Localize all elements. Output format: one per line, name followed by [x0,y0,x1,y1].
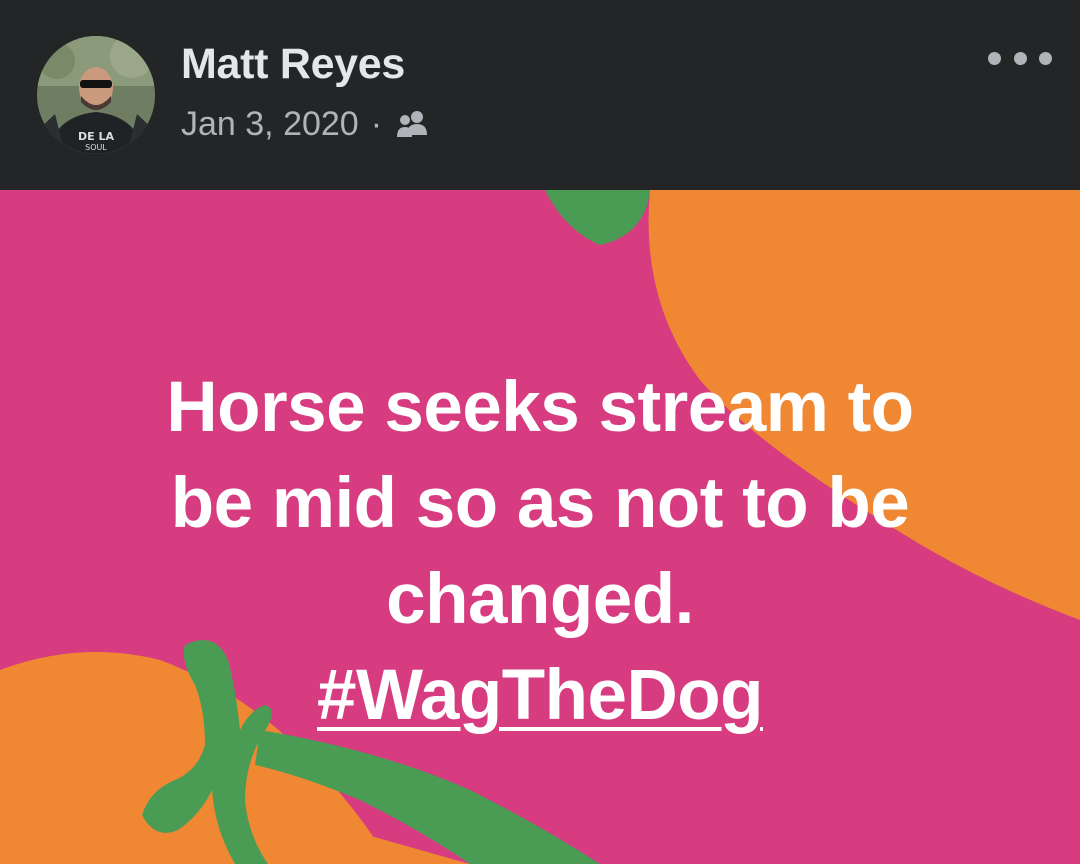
author-avatar[interactable]: DE LA SOUL [37,36,155,154]
author-name[interactable]: Matt Reyes [181,40,405,89]
avatar-photo: DE LA SOUL [37,36,155,154]
post-header: DE LA SOUL Matt Reyes Jan 3, 2020 · [0,0,1080,190]
post-background: Horse seeks stream to be mid so as not t… [0,190,1080,864]
meta-separator: · [370,104,383,143]
more-dot [1039,51,1052,65]
post-meta: Jan 3, 2020 · [181,103,430,145]
svg-text:DE LA: DE LA [78,130,114,143]
more-dot [988,51,1001,65]
post-text-line: be mid so as not to be [170,464,910,543]
post-text-line: changed. [386,560,694,639]
post-date[interactable]: Jan 3, 2020 [181,105,359,144]
svg-text:SOUL: SOUL [85,143,107,152]
friends-icon[interactable] [394,109,430,139]
more-dot [1013,51,1027,65]
hashtag-link[interactable]: #WagTheDog [317,656,763,735]
post-text: Horse seeks stream to be mid so as not t… [60,360,1020,744]
more-options-button[interactable] [988,42,1052,74]
post-text-line: Horse seeks stream to [166,368,914,447]
